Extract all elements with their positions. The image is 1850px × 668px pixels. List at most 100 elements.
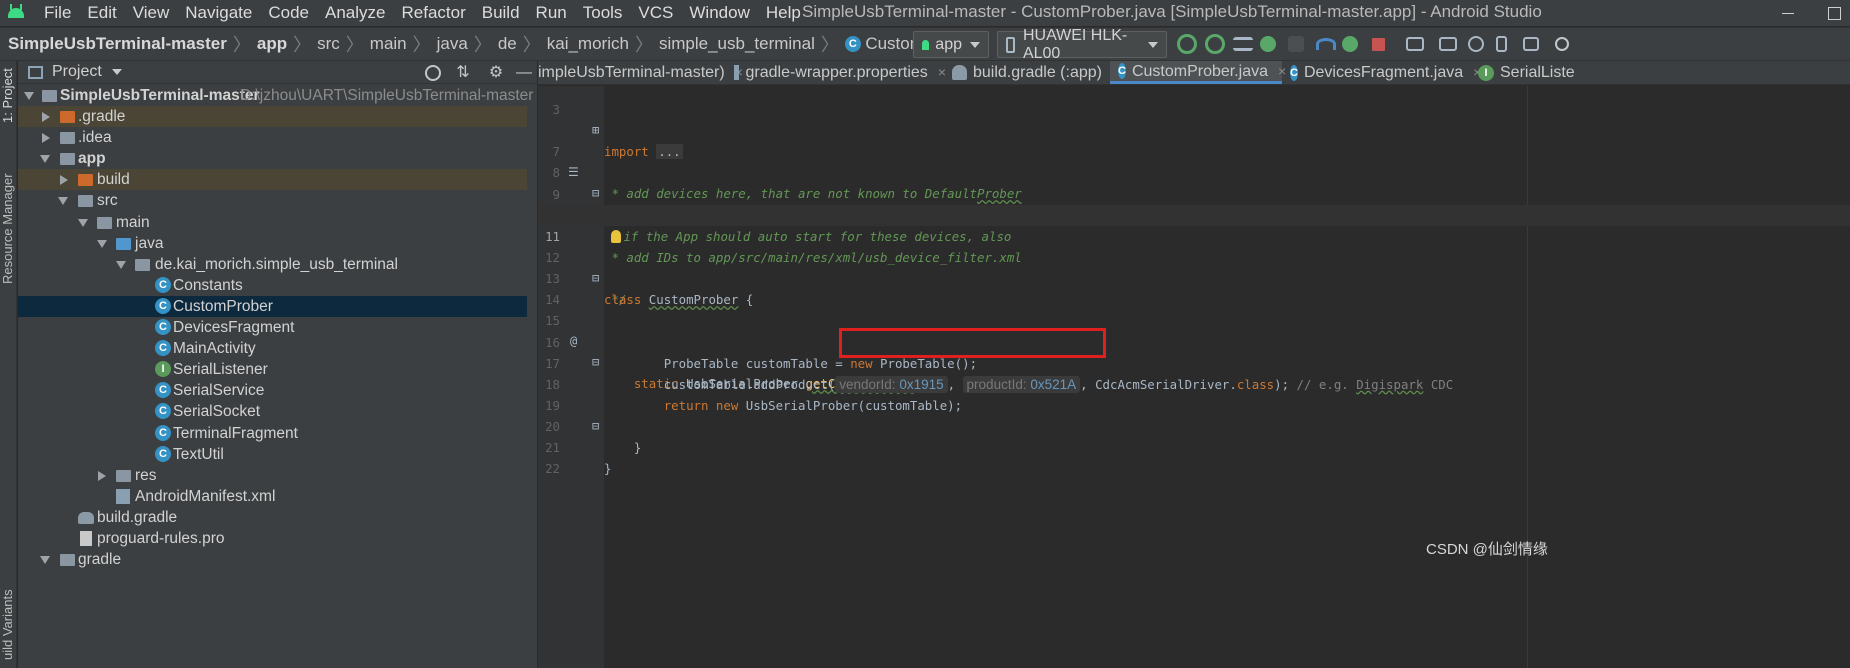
debug-icon[interactable] xyxy=(1260,36,1276,52)
collapse-all-icon[interactable]: ⇅ xyxy=(454,64,472,82)
tree-row-res[interactable]: res xyxy=(18,465,527,486)
menu-file[interactable]: File xyxy=(36,0,79,26)
minimize-button[interactable] xyxy=(1776,3,1800,23)
code-line-13[interactable]: 13 class CustomProber { xyxy=(538,247,1850,307)
interface-icon: I xyxy=(155,361,171,378)
menu-refactor[interactable]: Refactor xyxy=(393,0,473,26)
run-config-label: app xyxy=(935,35,962,53)
code-line-18[interactable]: 18 return new UsbSerialProber(customTabl… xyxy=(538,353,1850,413)
folder-icon xyxy=(60,132,75,145)
menu-edit[interactable]: Edit xyxy=(79,0,124,26)
code-line-16[interactable]: 16 ProbeTable customTable = new ProbeTab… xyxy=(538,311,1850,371)
tree-row-proguard[interactable]: proguard-rules.pro xyxy=(18,528,527,549)
tree-row-project-root[interactable]: SimpleUsbTerminal-master D:\jzhou\UART\S… xyxy=(18,85,533,106)
gradle-file-icon xyxy=(78,511,94,524)
code-line-22[interactable]: 22 xyxy=(538,437,1850,476)
tree-row-build-gradle[interactable]: build.gradle xyxy=(18,507,527,528)
tree-row-terminalfragment[interactable]: C TerminalFragment xyxy=(18,423,527,444)
chevron-down-icon xyxy=(111,69,122,75)
tree-row-serialsocket[interactable]: C SerialSocket xyxy=(18,401,527,422)
code-line-15[interactable]: 15 @ ⊟ static UsbSerialProber getCustomP… xyxy=(538,289,1850,391)
tree-row-package[interactable]: de.kai_morich.simple_usb_terminal xyxy=(18,254,527,275)
breadcrumb-java[interactable]: java xyxy=(437,34,468,54)
gear-icon[interactable]: ⚙ xyxy=(487,64,505,82)
breadcrumb-main[interactable]: main xyxy=(370,34,407,54)
tree-row-textutil[interactable]: C TextUtil xyxy=(18,444,527,465)
menu-navigate[interactable]: Navigate xyxy=(177,0,260,26)
tree-row-src[interactable]: src xyxy=(18,190,527,211)
menu-run[interactable]: Run xyxy=(528,0,575,26)
code-line-11[interactable]: 11 * add IDs to app/src/main/res/xml/usb… xyxy=(538,204,1850,265)
sync-gradle-icon[interactable] xyxy=(1468,36,1484,52)
code-line-20[interactable]: 20 xyxy=(538,395,1850,434)
code-line-12[interactable]: 12 ⊟ */ xyxy=(538,226,1850,307)
tree-row-app[interactable]: app xyxy=(18,148,527,169)
tree-row-constants[interactable]: C Constants xyxy=(18,275,527,296)
code-line-14[interactable]: 14 xyxy=(538,268,1850,307)
class-icon: C xyxy=(1118,63,1126,79)
breadcrumb-de[interactable]: de xyxy=(498,34,517,54)
avd-manager-icon[interactable] xyxy=(1439,37,1457,51)
project-structure-icon[interactable] xyxy=(1406,37,1424,51)
chevron-down-icon xyxy=(1148,41,1158,48)
tree-row-mainactivity[interactable]: C MainActivity xyxy=(18,338,527,359)
code-line-8[interactable]: 8 * add devices here, that are not known… xyxy=(538,141,1850,201)
breadcrumb-src[interactable]: src xyxy=(317,34,340,54)
code-line-7[interactable]: 7 ☰ ⊟ /** xyxy=(538,120,1850,222)
stop-icon[interactable] xyxy=(1372,38,1385,51)
tab-build-variants[interactable]: uild Variants xyxy=(0,581,17,668)
code-line-19[interactable]: 19 ⊟ } xyxy=(538,374,1850,455)
tab-resource-manager[interactable]: Resource Manager xyxy=(0,169,17,289)
tree-row-idea[interactable]: .idea xyxy=(18,127,527,148)
code-line-3[interactable]: 3 ⊞ import ... xyxy=(538,78,1850,159)
menu-view[interactable]: View xyxy=(125,0,178,26)
tab-project-tool[interactable]: 1: Project xyxy=(0,65,17,127)
menu-build[interactable]: Build xyxy=(474,0,528,26)
tree-row-devicesfragment[interactable]: C DevicesFragment xyxy=(18,317,527,338)
project-icon xyxy=(28,65,43,79)
code-line-21[interactable]: 21 } xyxy=(538,416,1850,476)
project-view-select[interactable]: Project xyxy=(28,63,122,81)
breadcrumb-project[interactable]: SimpleUsbTerminal-master xyxy=(8,34,227,54)
class-icon: C xyxy=(155,276,171,293)
folder-icon xyxy=(60,554,75,567)
apply-changes-restart-icon[interactable] xyxy=(1177,34,1197,54)
menu-tools[interactable]: Tools xyxy=(575,0,631,26)
apply-code-changes-icon[interactable] xyxy=(1205,34,1225,54)
tree-row-seriallistener[interactable]: I SerialListener xyxy=(18,359,527,380)
project-tree: SimpleUsbTerminal-master D:\jzhou\UART\S… xyxy=(18,85,533,570)
profile-icon[interactable] xyxy=(1288,36,1304,52)
code-line-17[interactable]: 17 customTable.addProduct(vendorId: 0x19… xyxy=(538,332,1850,393)
menu-code[interactable]: Code xyxy=(260,0,317,26)
search-icon[interactable] xyxy=(1555,37,1569,51)
hide-panel-icon[interactable]: — xyxy=(515,64,533,82)
locate-file-icon[interactable] xyxy=(425,65,441,81)
profiler-icon[interactable] xyxy=(1316,38,1336,50)
maximize-button[interactable] xyxy=(1822,3,1846,23)
chevron-down-icon xyxy=(970,41,980,48)
code-line-9[interactable]: 9 * xyxy=(538,163,1850,223)
tree-row-java[interactable]: java xyxy=(18,233,527,254)
menu-analyze[interactable]: Analyze xyxy=(317,0,393,26)
breadcrumb-simple-usb-terminal[interactable]: simple_usb_terminal xyxy=(659,34,815,54)
run-list-icon[interactable] xyxy=(1233,37,1253,51)
tree-row-customprober[interactable]: C CustomProber xyxy=(18,295,527,318)
run-config-select[interactable]: app xyxy=(913,31,989,58)
tree-row-gradle-dir[interactable]: .gradle xyxy=(18,106,527,128)
left-tool-strip: 1: Project Resource Manager uild Variant… xyxy=(0,61,17,668)
tree-row-main[interactable]: main xyxy=(18,212,527,233)
tree-row-serialservice[interactable]: C SerialService xyxy=(18,380,527,401)
tree-row-build[interactable]: build xyxy=(18,169,527,191)
device-manager-icon[interactable] xyxy=(1496,36,1507,52)
device-select[interactable]: HUAWEI HLK-AL00 xyxy=(997,27,1167,62)
tree-row-androidmanifest[interactable]: AndroidManifest.xml xyxy=(18,486,527,507)
breadcrumb-kai-morich[interactable]: kai_morich xyxy=(547,34,629,54)
menu-window[interactable]: Window xyxy=(681,0,757,26)
module-folder-icon xyxy=(60,153,75,166)
sdk-manager-icon[interactable] xyxy=(1523,37,1539,51)
breadcrumb-app[interactable]: app xyxy=(257,34,287,54)
attach-debugger-icon[interactable] xyxy=(1342,36,1358,52)
tree-row-gradle[interactable]: gradle xyxy=(18,549,527,570)
menu-vcs[interactable]: VCS xyxy=(630,0,681,26)
code-line-10[interactable]: 10 if the App should auto start for thes… xyxy=(538,184,1850,244)
